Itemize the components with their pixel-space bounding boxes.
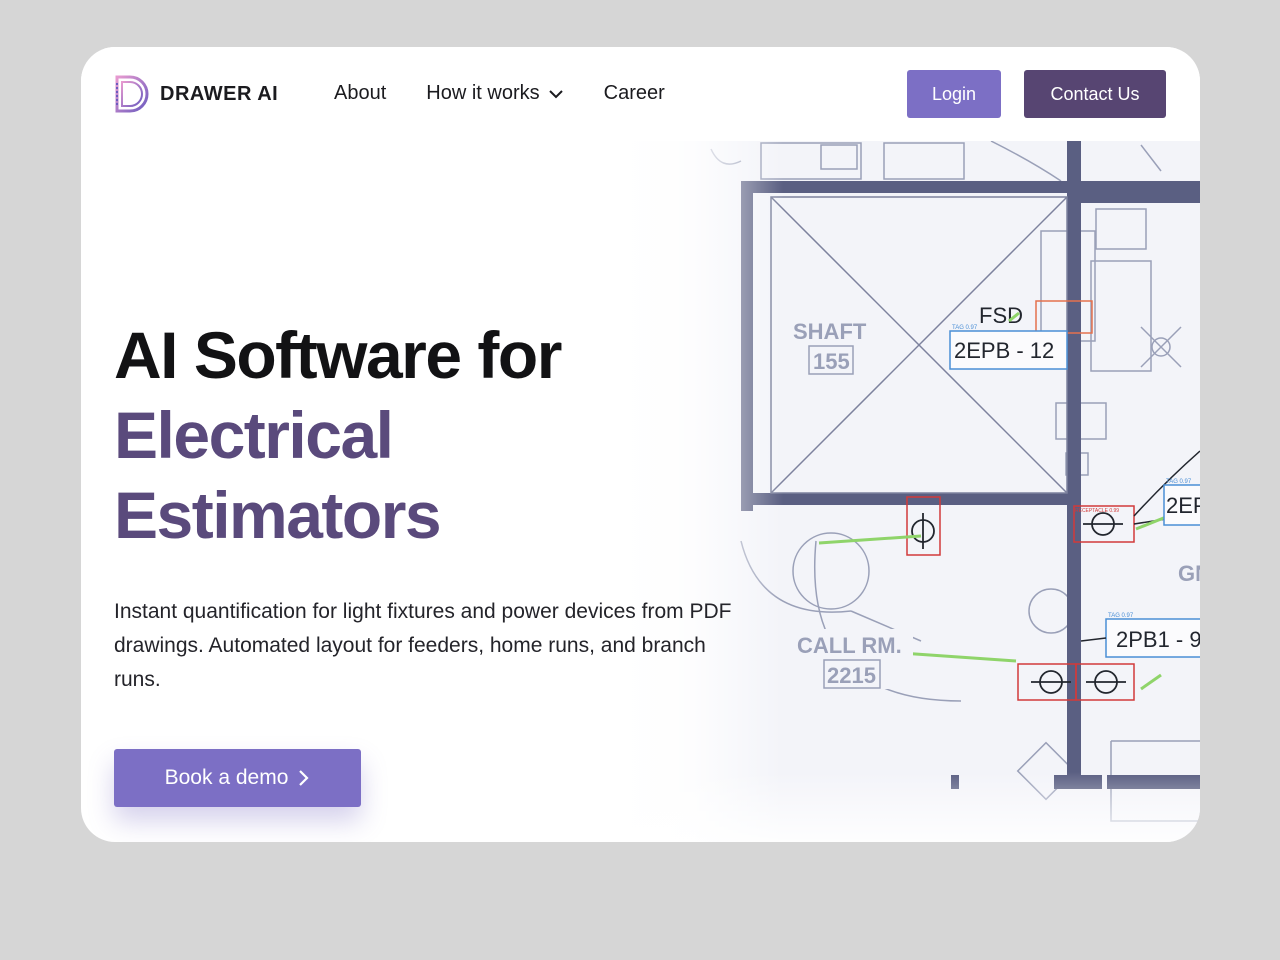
- login-button[interactable]: Login: [907, 70, 1001, 118]
- book-demo-label: Book a demo: [164, 766, 289, 789]
- contact-us-button[interactable]: Contact Us: [1024, 70, 1166, 118]
- call-room-label: CALL RM.: [797, 633, 902, 658]
- tag-2epb-right: 2EPB -: [1166, 493, 1200, 518]
- hero-card: DRAWER AI About How it works Career Logi…: [81, 47, 1200, 842]
- nav-career[interactable]: Career: [604, 82, 665, 105]
- chevron-right-icon: [299, 770, 309, 786]
- nav-about[interactable]: About: [334, 82, 386, 105]
- tag-2pb1-9: 2PB1 - 9: [1116, 627, 1200, 652]
- book-demo-button[interactable]: Book a demo: [114, 749, 361, 807]
- gnc-label: GNC: [1178, 561, 1200, 586]
- nav-how-it-works-label: How it works: [426, 82, 540, 104]
- chevron-down-icon: [548, 89, 563, 98]
- hero-title-line-1: AI Software for: [114, 318, 562, 392]
- drawer-ai-logo-icon: [115, 75, 149, 113]
- shaft-label: SHAFT: [793, 319, 867, 344]
- receptacle-tag: RECEPTACLE 0.99: [1075, 508, 1119, 514]
- tag-small-1: TAG 0.97: [952, 325, 978, 331]
- shaft-number: 155: [813, 349, 850, 374]
- hero-title-line-3: Estimators: [114, 478, 442, 552]
- main-nav: About How it works Career: [334, 82, 665, 105]
- brand-name: DRAWER AI: [160, 82, 279, 105]
- site-header: DRAWER AI About How it works Career Logi…: [81, 47, 1200, 141]
- tag-small-3: TAG 0.97: [1108, 613, 1134, 619]
- hero-title-line-2: Electrical: [114, 398, 394, 472]
- hero-title: AI Software for Electrical Estimators: [114, 315, 714, 555]
- tag-small-2: TAG 0.97: [1166, 479, 1192, 485]
- nav-how-it-works[interactable]: How it works: [426, 82, 563, 105]
- brand-logo[interactable]: DRAWER AI: [114, 75, 278, 113]
- hero-description: Instant quantification for light fixture…: [114, 600, 732, 691]
- tag-2epb-12: 2EPB - 12: [954, 338, 1054, 363]
- call-room-number: 2215: [827, 663, 876, 688]
